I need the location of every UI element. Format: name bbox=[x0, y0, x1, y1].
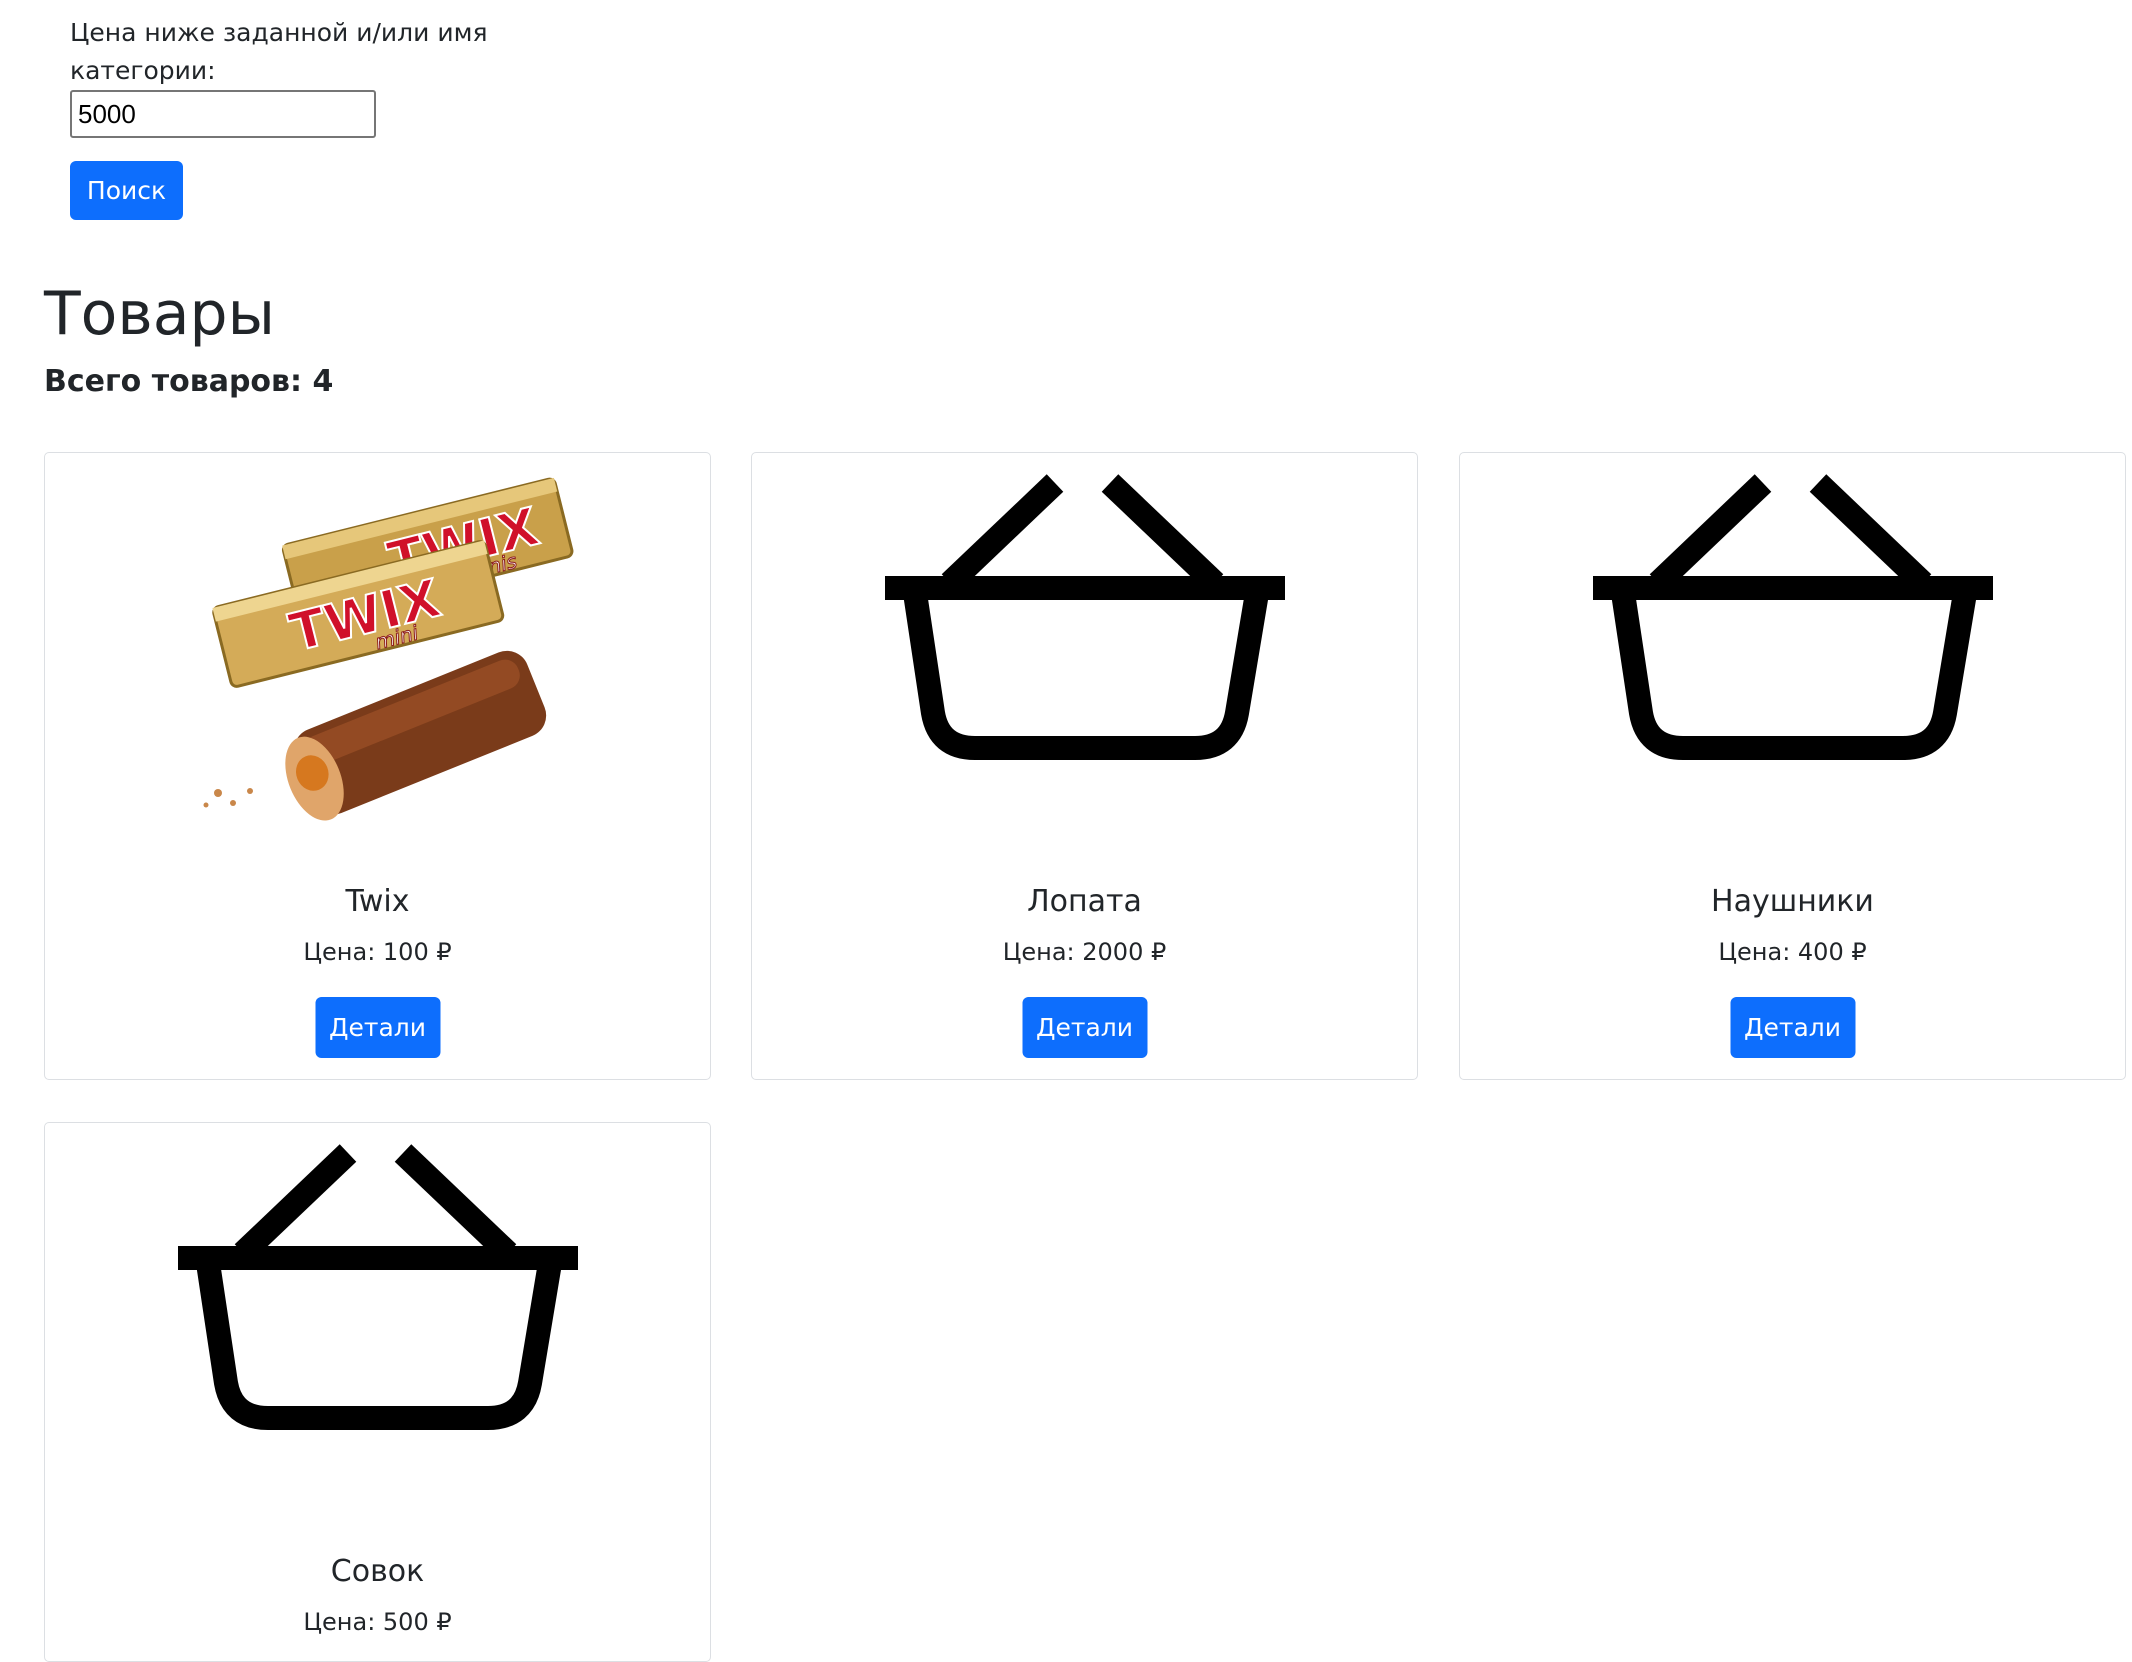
search-button[interactable]: Поиск bbox=[70, 161, 183, 220]
details-button[interactable]: Детали bbox=[1730, 997, 1855, 1058]
product-name: Twix bbox=[345, 884, 410, 919]
search-form: Цена ниже заданной и/или имя категории: bbox=[70, 14, 500, 138]
details-button[interactable]: Детали bbox=[315, 997, 440, 1058]
total-products-count: Всего товаров: 4 bbox=[44, 364, 334, 399]
product-price: Цена: 2000 ₽ bbox=[1002, 938, 1167, 966]
basket-icon bbox=[884, 474, 1285, 760]
details-button[interactable]: Детали bbox=[1022, 997, 1147, 1058]
product-name: Лопата bbox=[1027, 884, 1142, 919]
search-label: Цена ниже заданной и/или имя категории: bbox=[70, 18, 488, 85]
product-name: Совок bbox=[330, 1554, 425, 1589]
product-price: Цена: 500 ₽ bbox=[303, 1608, 452, 1636]
product-name: Наушники bbox=[1711, 884, 1874, 919]
twix-product-image: TWIX minis TWIX mini bbox=[203, 477, 573, 821]
product-card: Лопата Цена: 2000 ₽ Детали bbox=[751, 452, 1418, 1080]
basket-icon bbox=[1592, 474, 1993, 760]
product-price: Цена: 100 ₽ bbox=[303, 938, 452, 966]
product-card: Совок Цена: 500 ₽ bbox=[44, 1122, 711, 1662]
product-card: Наушники Цена: 400 ₽ Детали bbox=[1459, 452, 2126, 1080]
page-title: Товары bbox=[44, 279, 275, 349]
product-card: TWIX minis TWIX mini Twix Цена: 100 ₽ Де… bbox=[44, 452, 711, 1080]
search-input[interactable] bbox=[70, 90, 376, 138]
basket-icon bbox=[177, 1144, 578, 1430]
product-price: Цена: 400 ₽ bbox=[1718, 938, 1867, 966]
